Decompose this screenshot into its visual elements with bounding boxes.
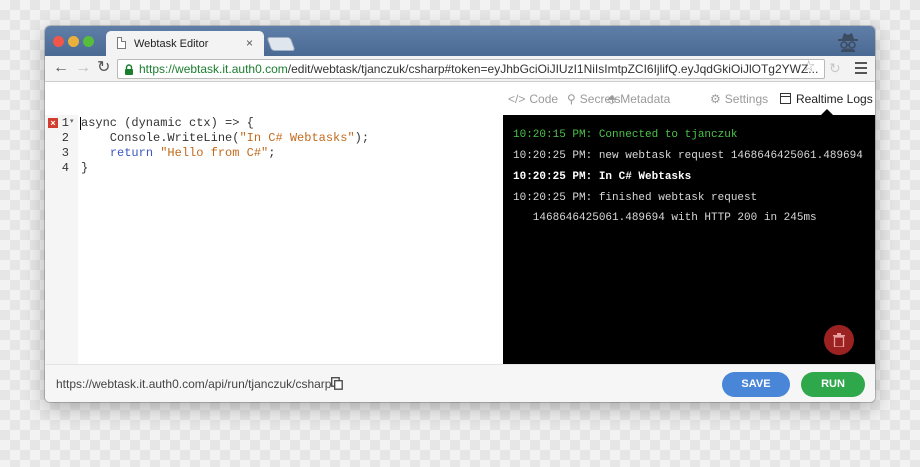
url-path: /edit/webtask/tjanczuk/csharp#token=eyJh… (287, 62, 819, 76)
key-icon: ⚲ (567, 92, 576, 106)
tag-icon: ⬘ (607, 92, 617, 106)
tab-metadata[interactable]: ⬘ Metadata (607, 92, 670, 106)
line-number: 2 (61, 131, 69, 145)
tab-code[interactable]: </> Code (508, 92, 558, 106)
copy-icon[interactable] (331, 377, 343, 390)
log-line: 10:20:25 PM: new webtask request 1468646… (513, 150, 863, 162)
browser-window: Webtask Editor × ← → ↻ https://webtask.i… (45, 26, 875, 402)
tab-realtime-logs[interactable]: Realtime Logs (780, 92, 873, 106)
tab-logs-label: Realtime Logs (796, 92, 873, 106)
realtime-logs-panel: 10:20:15 PM: Connected to tjanczuk 10:20… (503, 115, 875, 364)
page-icon (117, 37, 126, 49)
tab-metadata-label: Metadata (620, 92, 671, 106)
code-line: } (81, 161, 88, 176)
log-line: 10:20:25 PM: In C# Webtasks (513, 171, 692, 183)
extension-icon[interactable]: ↻ (829, 60, 841, 77)
browser-menu-icon[interactable] (855, 62, 867, 77)
address-bar[interactable]: https://webtask.it.auth0.com/edit/webtas… (117, 59, 825, 79)
code-text: Console.WriteLine( (81, 131, 240, 145)
code-editor[interactable]: × ▾ 1 2 3 4 async (dynamic ctx) => { Con… (45, 115, 503, 364)
minimize-window-button[interactable] (68, 36, 79, 47)
lock-icon (125, 64, 133, 75)
window-icon (780, 93, 791, 104)
zoom-window-button[interactable] (83, 36, 94, 47)
url-host: webtask.it.auth0.com (175, 62, 288, 76)
line-number: 3 (61, 146, 69, 160)
line-number: 1 (61, 116, 69, 130)
log-line: 10:20:25 PM: finished webtask request (513, 192, 758, 204)
clear-logs-button[interactable] (824, 325, 854, 355)
error-marker-icon[interactable]: × (48, 118, 58, 128)
forward-arrow-icon[interactable]: → (75, 59, 91, 77)
tab-title: Webtask Editor (134, 38, 209, 50)
url-scheme: https:// (139, 62, 176, 76)
browser-tab[interactable]: Webtask Editor × (106, 31, 264, 56)
code-text: async (dynamic ctx) => { (81, 116, 254, 130)
code-icon: </> (508, 92, 526, 106)
tab-code-label: Code (529, 92, 559, 106)
log-line: 1468646425061.489694 with HTTP 200 in 24… (513, 212, 817, 224)
string-literal: "In C# Webtasks" (239, 131, 355, 145)
close-window-button[interactable] (53, 36, 64, 47)
fold-arrow-icon[interactable]: ▾ (70, 117, 74, 125)
code-text: ); (354, 131, 370, 145)
run-button[interactable]: RUN (801, 372, 865, 397)
tab-settings-label: Settings (724, 92, 769, 106)
gear-icon: ⚙ (710, 92, 721, 106)
save-button[interactable]: SAVE (722, 372, 790, 397)
code-line: return "Hello from C#"; (81, 146, 276, 161)
bookmark-star-icon[interactable]: ☆ (802, 57, 815, 75)
keyword: return (109, 146, 154, 160)
string-literal: "Hello from C#" (160, 146, 269, 160)
tab-settings[interactable]: ⚙ Settings (710, 92, 768, 106)
trash-icon (833, 333, 845, 347)
log-line: 10:20:15 PM: Connected to tjanczuk (513, 129, 738, 141)
line-gutter: × ▾ 1 2 3 4 (45, 115, 78, 364)
new-tab-button[interactable] (266, 37, 296, 51)
reload-icon[interactable]: ↻ (97, 59, 110, 77)
title-bar: Webtask Editor × (45, 26, 875, 56)
code-line: async (dynamic ctx) => { (81, 116, 254, 131)
back-arrow-icon[interactable]: ← (53, 59, 69, 77)
browser-toolbar: ← → ↻ https://webtask.it.auth0.com/edit/… (45, 56, 875, 82)
incognito-icon (838, 33, 858, 52)
editor-tabs: </> Code ⚲ Secrets ⬘ Metadata ⚙ Settings Rea… (45, 83, 875, 115)
tab-close-icon[interactable]: × (246, 36, 253, 50)
editor-footer: https://webtask.it.auth0.com/api/run/tja… (45, 364, 875, 402)
code-text: ; (268, 146, 276, 160)
code-line: Console.WriteLine("In C# Webtasks"); (81, 131, 369, 146)
code-text: } (81, 161, 89, 175)
webtask-url[interactable]: https://webtask.it.auth0.com/api/run/tja… (56, 377, 331, 391)
line-number: 4 (61, 161, 69, 175)
